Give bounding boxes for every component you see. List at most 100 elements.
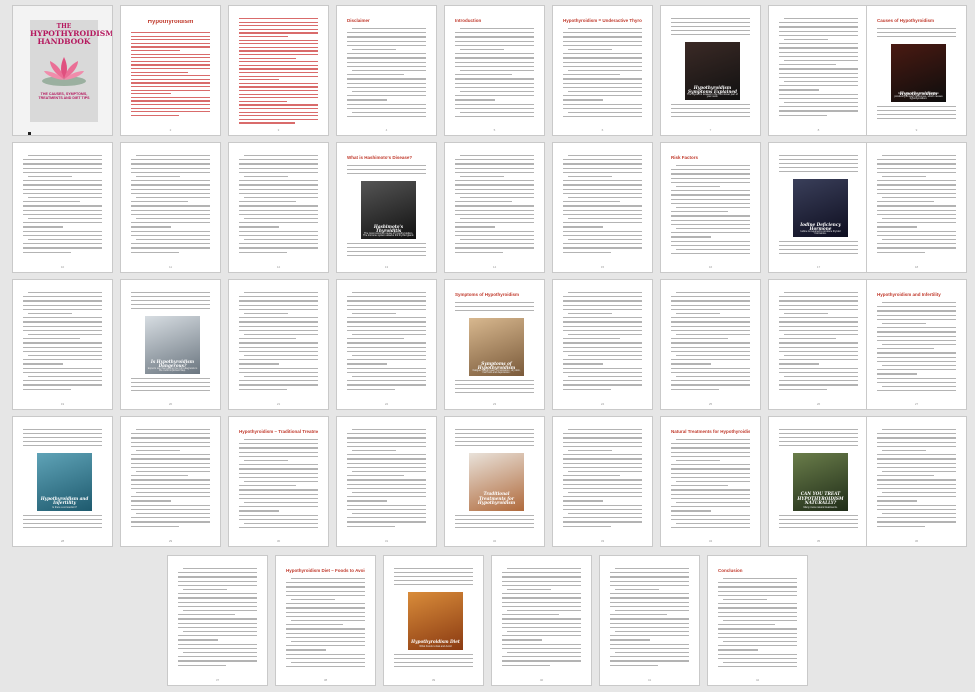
text-line [455,53,534,55]
text-line [23,188,102,190]
text-line [779,110,858,112]
text-line [131,64,210,66]
text-line [23,519,102,521]
document-page-thumbnail[interactable]: Hypothyroidism = Underactive Thyroid 6 [552,5,653,136]
text-line [563,61,642,63]
document-page-thumbnail[interactable]: 14 [444,142,545,273]
text-line [352,471,426,473]
document-page-thumbnail[interactable]: Traditional Treatments for Hypothyroidis… [444,416,545,547]
text-line [239,234,318,236]
document-page-thumbnail[interactable]: Hypothyroidism Symptoms Explained The thy… [660,5,761,136]
text-line [723,599,767,601]
text-line [784,102,858,104]
document-page-thumbnail[interactable]: Hypothyroidism Diet What Foods to Eat and… [383,555,484,686]
text-line [882,386,956,388]
document-page-thumbnail[interactable]: What is Hashimoto's Disease? Hashimoto's … [336,142,437,273]
text-line [671,300,750,302]
document-page-thumbnail[interactable]: Hypothyroidism – Traditional Treatment a… [228,416,329,547]
text-line [568,49,612,51]
text-line [239,251,287,253]
text-line [455,384,534,386]
text-line [23,192,102,194]
document-page-thumbnail[interactable]: 10 [12,142,113,273]
text-line [779,325,858,327]
document-page-thumbnail[interactable]: 36 [866,416,967,547]
document-page-thumbnail[interactable]: Causes of Hypothyroidism Hypothyroidism In… [866,5,967,136]
document-page-thumbnail[interactable]: 11 [120,142,221,273]
text-line [239,50,318,52]
document-page-thumbnail[interactable]: 18 [866,142,967,273]
document-page-thumbnail[interactable]: 24 [552,279,653,410]
document-page-thumbnail[interactable]: 3 [228,5,329,136]
document-page-thumbnail[interactable]: Hypothyroidism and Infertility Is there a… [12,416,113,547]
text-line [563,433,642,435]
document-page-thumbnail[interactable]: Conclusion 42 [707,555,808,686]
text-line [779,76,858,78]
text-line [676,186,720,188]
text-line [291,662,365,664]
text-line [779,346,858,348]
text-line [568,513,642,515]
document-page-thumbnail[interactable]: Introduction 5 [444,5,545,136]
document-page-thumbnail[interactable]: 25 [660,279,761,410]
text-line [347,342,426,344]
text-line [131,57,210,59]
illustration-caption: Hypothyroidism and Infertility [40,495,89,506]
text-line [877,318,956,320]
text-line [239,118,318,120]
text-line [676,502,750,504]
document-page-thumbnail[interactable]: Hypothyroidism 2 [120,5,221,136]
text-line [28,334,102,336]
document-page-thumbnail[interactable]: 33 [552,416,653,547]
text-line [352,49,396,51]
document-page-thumbnail[interactable]: 8 [768,5,869,136]
page-number: 16 [708,265,713,269]
text-line [394,654,473,656]
document-page-thumbnail[interactable]: Risk Factors 16 [660,142,761,273]
document-page-thumbnail[interactable]: Disclaimer 4 [336,5,437,136]
document-page-thumbnail[interactable]: Is Hypothyroidism Dangerous? Experts say … [120,279,221,410]
text-line [286,615,365,617]
document-page-thumbnail[interactable]: Iodine Deficiency Hormone Iodine is requi… [768,142,869,273]
page-illustration: Iodine Deficiency Hormone Iodine is requi… [793,179,848,237]
document-page-thumbnail[interactable]: CAN YOU TREAT HYPOTHYROIDISM NATURALLY? M… [768,416,869,547]
text-line [568,155,642,157]
text-line [563,53,642,55]
text-line [131,475,188,477]
document-page-thumbnail[interactable]: Natural Treatments for Hypothyroidism 34 [660,416,761,547]
document-page-thumbnail[interactable]: Hypothyroidism Diet – Foods to Avoid and… [275,555,376,686]
document-page-thumbnail[interactable]: 31 [336,416,437,547]
document-page-thumbnail[interactable]: 12 [228,142,329,273]
document-page-thumbnail[interactable]: 19 [12,279,113,410]
text-line [568,239,642,241]
text-line [671,325,750,327]
text-line [779,114,827,116]
text-line [563,95,642,97]
document-page-thumbnail[interactable]: 26 [768,279,869,410]
text-line [502,660,581,662]
document-page-thumbnail[interactable]: 37 [167,555,268,686]
text-line [286,624,343,626]
text-line [131,454,210,456]
text-line [131,496,210,498]
document-page-thumbnail[interactable]: 21 [228,279,329,410]
page-number: 2 [169,128,172,132]
text-line [671,215,750,217]
text-line [347,317,426,319]
text-line [347,479,426,481]
text-line [131,188,210,190]
text-line [394,658,473,660]
document-page-thumbnail[interactable]: Symptoms of Hypothyroidism Symptoms of Hy… [444,279,545,410]
text-line [347,65,426,67]
document-page-thumbnail[interactable]: 41 [599,555,700,686]
document-page-thumbnail[interactable]: 22 [336,279,437,410]
document-page-thumbnail[interactable]: Hypothyroidism and Infertility 27 [866,279,967,410]
text-line [291,620,365,622]
text-line [347,53,426,55]
text-line [178,614,235,616]
document-page-thumbnail[interactable]: 15 [552,142,653,273]
document-page-thumbnail[interactable]: 40 [491,555,592,686]
text-line [347,445,426,447]
document-page-thumbnail[interactable]: THE HYPOTHYROIDISM HANDBOOK THE CAUSES, SY… [12,5,113,136]
document-page-thumbnail[interactable]: 29 [120,416,221,547]
